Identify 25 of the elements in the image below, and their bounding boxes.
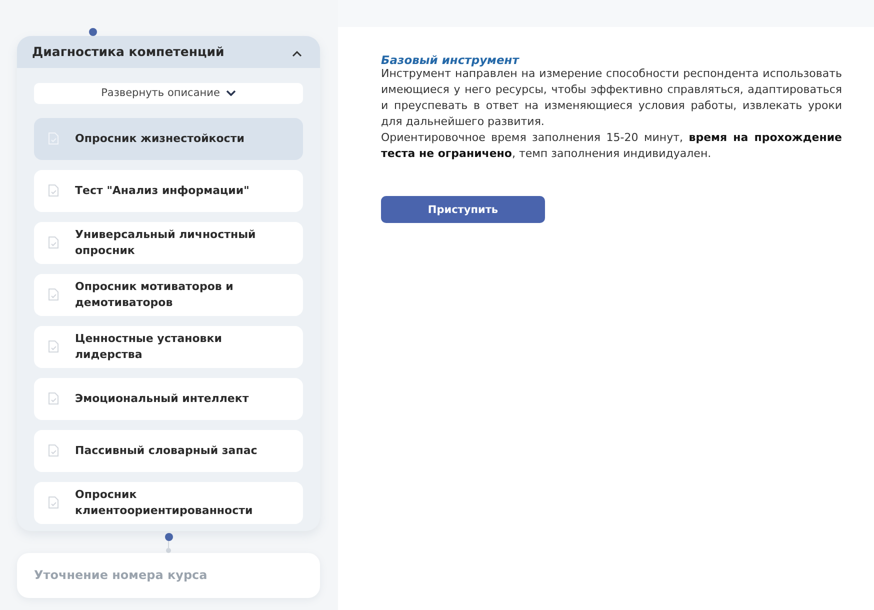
- chevron-down-icon: [226, 90, 236, 96]
- test-item[interactable]: Ценностные установки лидерства: [34, 326, 303, 368]
- test-item[interactable]: Опросник жизнестойкости: [34, 118, 303, 160]
- step-dot: [88, 28, 96, 36]
- description-paragraph: Ориентировочное время заполнения 15-20 минут, время на прохождение теста не ограничено, темп заполнения индивидуален.: [381, 130, 842, 162]
- document-icon: [48, 236, 59, 250]
- test-item[interactable]: Пассивный словарный запас: [34, 430, 303, 472]
- test-item[interactable]: Тест "Анализ информации": [34, 170, 303, 212]
- document-icon: [48, 444, 59, 458]
- test-item[interactable]: Универсальный личностный опросник: [34, 222, 303, 264]
- document-icon: [48, 340, 59, 354]
- start-button[interactable]: Приступить: [381, 196, 545, 223]
- description-paragraph: Инструмент направлен на измерение способности респондента использовать имеющиеся у него ресурсы, чтобы эффективно справляться, адаптироваться и преуспевать в ответ на изменяющиеся условия работы, извлекать уроки для дальнейшего развития.: [381, 66, 842, 130]
- stage-header[interactable]: Диагностика компетенций: [17, 36, 320, 68]
- test-item[interactable]: Опросник мотиваторов и демотиваторов: [34, 274, 303, 316]
- document-icon: [48, 184, 59, 198]
- document-icon: [48, 288, 59, 302]
- document-icon: [48, 496, 59, 510]
- step-dot: [164, 532, 172, 541]
- document-icon: [48, 392, 59, 406]
- test-item[interactable]: Опросник клиентоориентированности: [34, 482, 303, 524]
- content-heading: Базовый инструмент: [381, 54, 520, 66]
- test-item[interactable]: Эмоциональный интеллект: [34, 378, 303, 420]
- document-icon: [48, 132, 59, 146]
- expand-description-toggle[interactable]: Развернуть описание: [34, 82, 303, 104]
